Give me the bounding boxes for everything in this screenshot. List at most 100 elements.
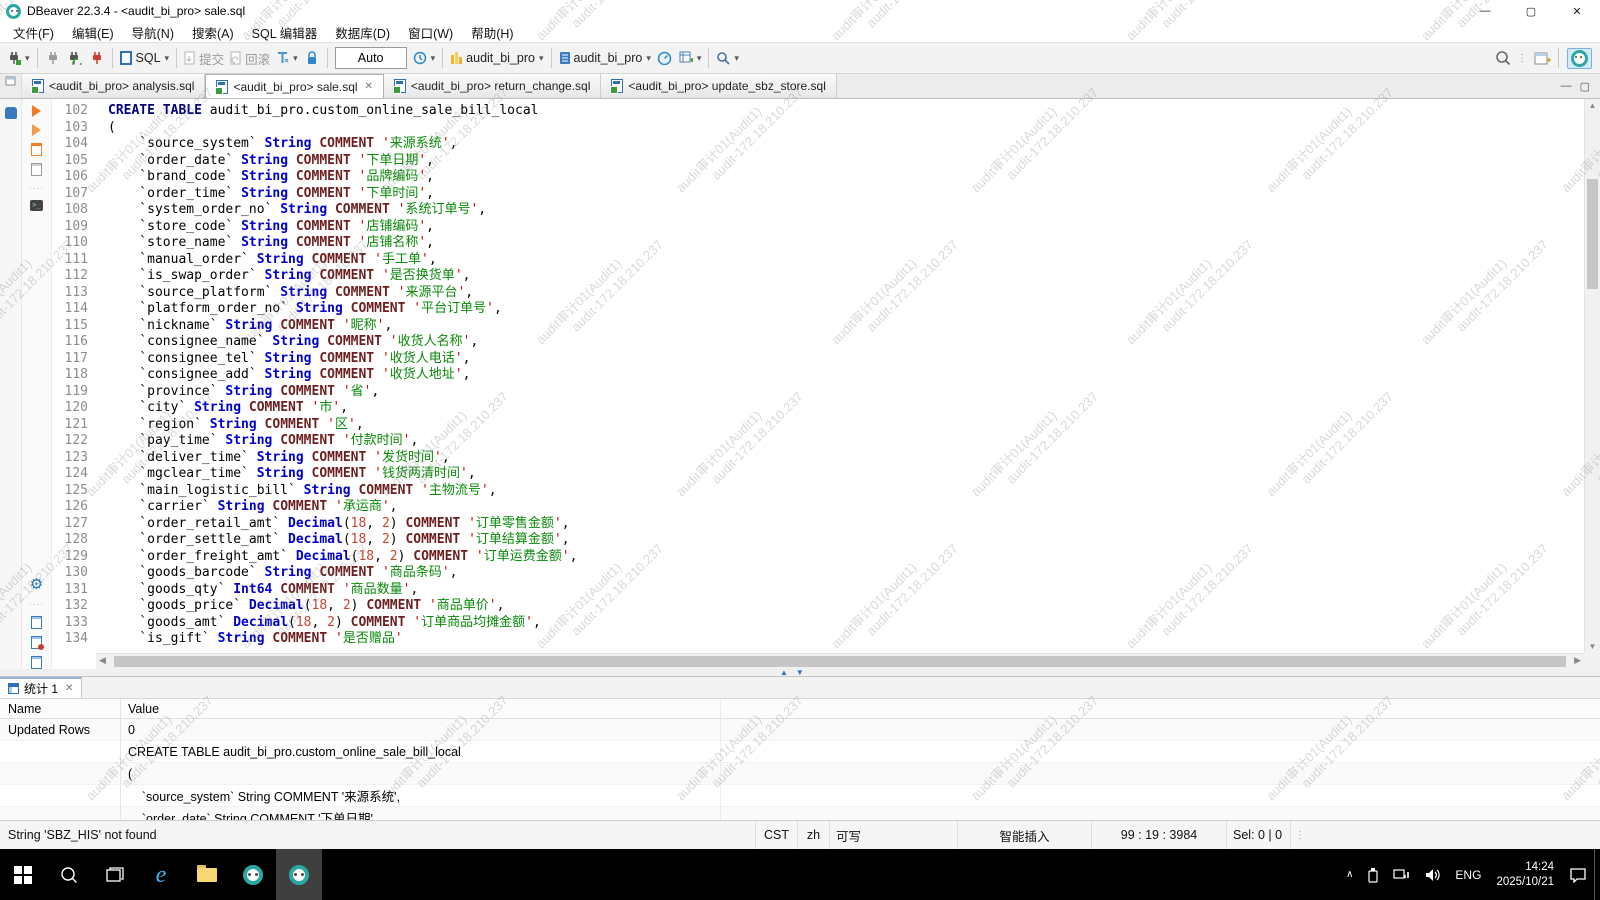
minimize-editor-icon[interactable]: — <box>1561 80 1572 92</box>
vertical-scrollbar[interactable]: ▲ ▼ <box>1584 99 1600 653</box>
code-line[interactable]: `consignee_add` String COMMENT '收货人地址', <box>108 367 1600 384</box>
editor-tab-3[interactable]: <audit_bi_pro> update_sbz_store.sql <box>601 74 836 98</box>
menu-item-7[interactable]: 帮助(H) <box>462 22 522 42</box>
schema-selector[interactable]: audit_bi_pro ▾ <box>556 46 654 70</box>
stat-row-4[interactable]: `order_date` String COMMENT '下单日期', <box>0 807 1600 820</box>
code-line[interactable]: `consignee_name` String COMMENT '收货人名称', <box>108 334 1600 351</box>
internet-explorer-button[interactable]: e <box>138 849 184 900</box>
maximize-button[interactable]: ▢ <box>1508 0 1554 22</box>
scroll-down-arrow[interactable]: ▼ <box>1585 642 1600 651</box>
menu-item-4[interactable]: SQL 编辑器 <box>243 22 327 42</box>
close-tab-icon[interactable]: ✕ <box>365 81 373 92</box>
notification-center-icon[interactable] <box>1562 849 1594 900</box>
code-line[interactable]: `is_gift` String COMMENT '是否赠品' <box>108 631 1600 648</box>
code-line[interactable]: `source_platform` String COMMENT '来源平台', <box>108 285 1600 302</box>
code-line[interactable]: `manual_order` String COMMENT '手工单', <box>108 252 1600 269</box>
code-line[interactable]: `goods_qty` Int64 COMMENT '商品数量', <box>108 582 1600 599</box>
reconnect-button[interactable] <box>64 46 86 70</box>
disconnect-button[interactable] <box>42 46 64 70</box>
code-line[interactable]: `order_retail_amt` Decimal(18, 2) COMMEN… <box>108 516 1600 533</box>
taskbar-search-button[interactable] <box>46 849 92 900</box>
stat-row-3[interactable]: `source_system` String COMMENT '来源系统', <box>0 785 1600 807</box>
code-line[interactable]: CREATE TABLE audit_bi_pro.custom_online_… <box>108 103 1600 120</box>
editor-results-sash[interactable]: ▲ ▼ <box>0 669 1600 676</box>
code-line[interactable]: `order_time` String COMMENT '下单时间', <box>108 186 1600 203</box>
transaction-mode-button[interactable]: ▾ <box>273 46 301 70</box>
column-header-name[interactable]: Name <box>0 702 120 716</box>
status-segment-2[interactable]: 可写 <box>829 821 957 849</box>
database-selector[interactable]: audit_bi_pro ▾ <box>447 46 546 70</box>
horizontal-scroll-thumb[interactable] <box>114 656 1566 667</box>
code-line[interactable]: `main_logistic_bill` String COMMENT '主物流… <box>108 483 1600 500</box>
task-view-button[interactable] <box>92 849 138 900</box>
volume-tray-icon[interactable] <box>1418 849 1448 900</box>
dbeaver-taskbar-button-active[interactable] <box>276 849 322 900</box>
dbeaver-perspective-button[interactable] <box>1567 48 1592 69</box>
vertical-scroll-thumb[interactable] <box>1587 179 1598 289</box>
tray-expand-icon[interactable]: ∧ <box>1339 849 1360 900</box>
code-line[interactable]: `platform_order_no` String COMMENT '平台订单… <box>108 301 1600 318</box>
code-line[interactable]: `order_freight_amt` Decimal(18, 2) COMME… <box>108 549 1600 566</box>
dbeaver-taskbar-button[interactable] <box>230 849 276 900</box>
invalidate-button[interactable] <box>86 46 108 70</box>
code-line[interactable]: `source_system` String COMMENT '来源系统', <box>108 136 1600 153</box>
code-line[interactable]: `system_order_no` String COMMENT '系统订单号'… <box>108 202 1600 219</box>
stat-row-2[interactable]: ( <box>0 763 1600 785</box>
status-segment-3[interactable]: 智能插入 <box>957 821 1091 849</box>
error-doc-icon[interactable] <box>31 636 42 649</box>
stats-tab[interactable]: 统计 1 ✕ <box>0 677 82 698</box>
taskbar-clock[interactable]: 14:24 2025/10/21 <box>1488 860 1562 890</box>
settings-gear-icon[interactable]: ⚙ <box>30 577 43 592</box>
sash-up-icon[interactable]: ▲ <box>780 669 788 676</box>
status-segment-4[interactable]: 99 : 19 : 3984 <box>1091 821 1226 849</box>
column-header-value[interactable]: Value <box>120 702 159 716</box>
code-line[interactable]: `is_swap_order` String COMMENT '是否换货单', <box>108 268 1600 285</box>
menu-item-6[interactable]: 窗口(W) <box>399 22 462 42</box>
lock-button[interactable] <box>301 46 323 70</box>
code-line[interactable]: `province` String COMMENT '省', <box>108 384 1600 401</box>
grid-tools-button[interactable]: ▾ <box>676 46 705 70</box>
execute-script-icon[interactable] <box>31 143 42 156</box>
code-line[interactable]: `carrier` String COMMENT '承运商', <box>108 499 1600 516</box>
connect-button[interactable]: ▾ <box>4 46 33 70</box>
code-line[interactable]: `city` String COMMENT '市', <box>108 400 1600 417</box>
restore-view-icon[interactable] <box>5 76 16 86</box>
language-indicator[interactable]: ENG <box>1448 849 1488 900</box>
output-doc-icon[interactable] <box>31 656 42 669</box>
menu-item-3[interactable]: 搜索(A) <box>183 22 243 42</box>
show-desktop-button[interactable] <box>1594 849 1600 900</box>
quick-search-button[interactable]: ▾ <box>713 46 742 70</box>
code-line[interactable]: `mgclear_time` String COMMENT '钱货两清时间', <box>108 466 1600 483</box>
code-line[interactable]: ( <box>108 120 1600 137</box>
execute-statement-icon[interactable] <box>32 105 41 117</box>
rollback-button[interactable]: 回滚 <box>227 46 273 70</box>
minimize-button[interactable]: — <box>1462 0 1508 22</box>
file-explorer-button[interactable] <box>184 849 230 900</box>
code-area[interactable]: CREATE TABLE audit_bi_pro.custom_online_… <box>96 99 1600 669</box>
open-perspective-button[interactable] <box>1531 46 1554 70</box>
close-icon[interactable]: ✕ <box>65 683 73 694</box>
code-line[interactable]: `deliver_time` String COMMENT '发货时间', <box>108 450 1600 467</box>
database-navigator-icon[interactable] <box>5 107 17 119</box>
code-line[interactable]: `store_name` String COMMENT '店铺名称', <box>108 235 1600 252</box>
editor-tab-2[interactable]: <audit_bi_pro> return_change.sql <box>384 74 601 98</box>
global-search-button[interactable] <box>1492 46 1514 70</box>
code-line[interactable]: `order_settle_amt` Decimal(18, 2) COMMEN… <box>108 532 1600 549</box>
menu-item-2[interactable]: 导航(N) <box>123 22 183 42</box>
code-line[interactable]: `nickname` String COMMENT '昵称', <box>108 318 1600 335</box>
horizontal-scrollbar[interactable]: ◀ ▶ <box>96 653 1584 669</box>
execute-new-tab-icon[interactable] <box>32 124 41 136</box>
commit-button[interactable]: 提交 <box>181 46 227 70</box>
code-line[interactable]: `region` String COMMENT '区', <box>108 417 1600 434</box>
code-line[interactable]: `goods_price` Decimal(18, 2) COMMENT '商品… <box>108 598 1600 615</box>
usb-tray-icon[interactable] <box>1360 849 1386 900</box>
code-line[interactable]: `goods_barcode` String COMMENT '商品条码', <box>108 565 1600 582</box>
sash-down-icon[interactable]: ▼ <box>796 669 804 676</box>
menu-item-0[interactable]: 文件(F) <box>4 22 63 42</box>
scroll-left-arrow[interactable]: ◀ <box>99 655 106 666</box>
code-line[interactable]: `pay_time` String COMMENT '付款时间', <box>108 433 1600 450</box>
menu-item-1[interactable]: 编辑(E) <box>63 22 123 42</box>
code-line[interactable]: `brand_code` String COMMENT '品牌编码', <box>108 169 1600 186</box>
close-button[interactable]: ✕ <box>1554 0 1600 22</box>
code-line[interactable]: `goods_amt` Decimal(18, 2) COMMENT '订单商品… <box>108 615 1600 632</box>
